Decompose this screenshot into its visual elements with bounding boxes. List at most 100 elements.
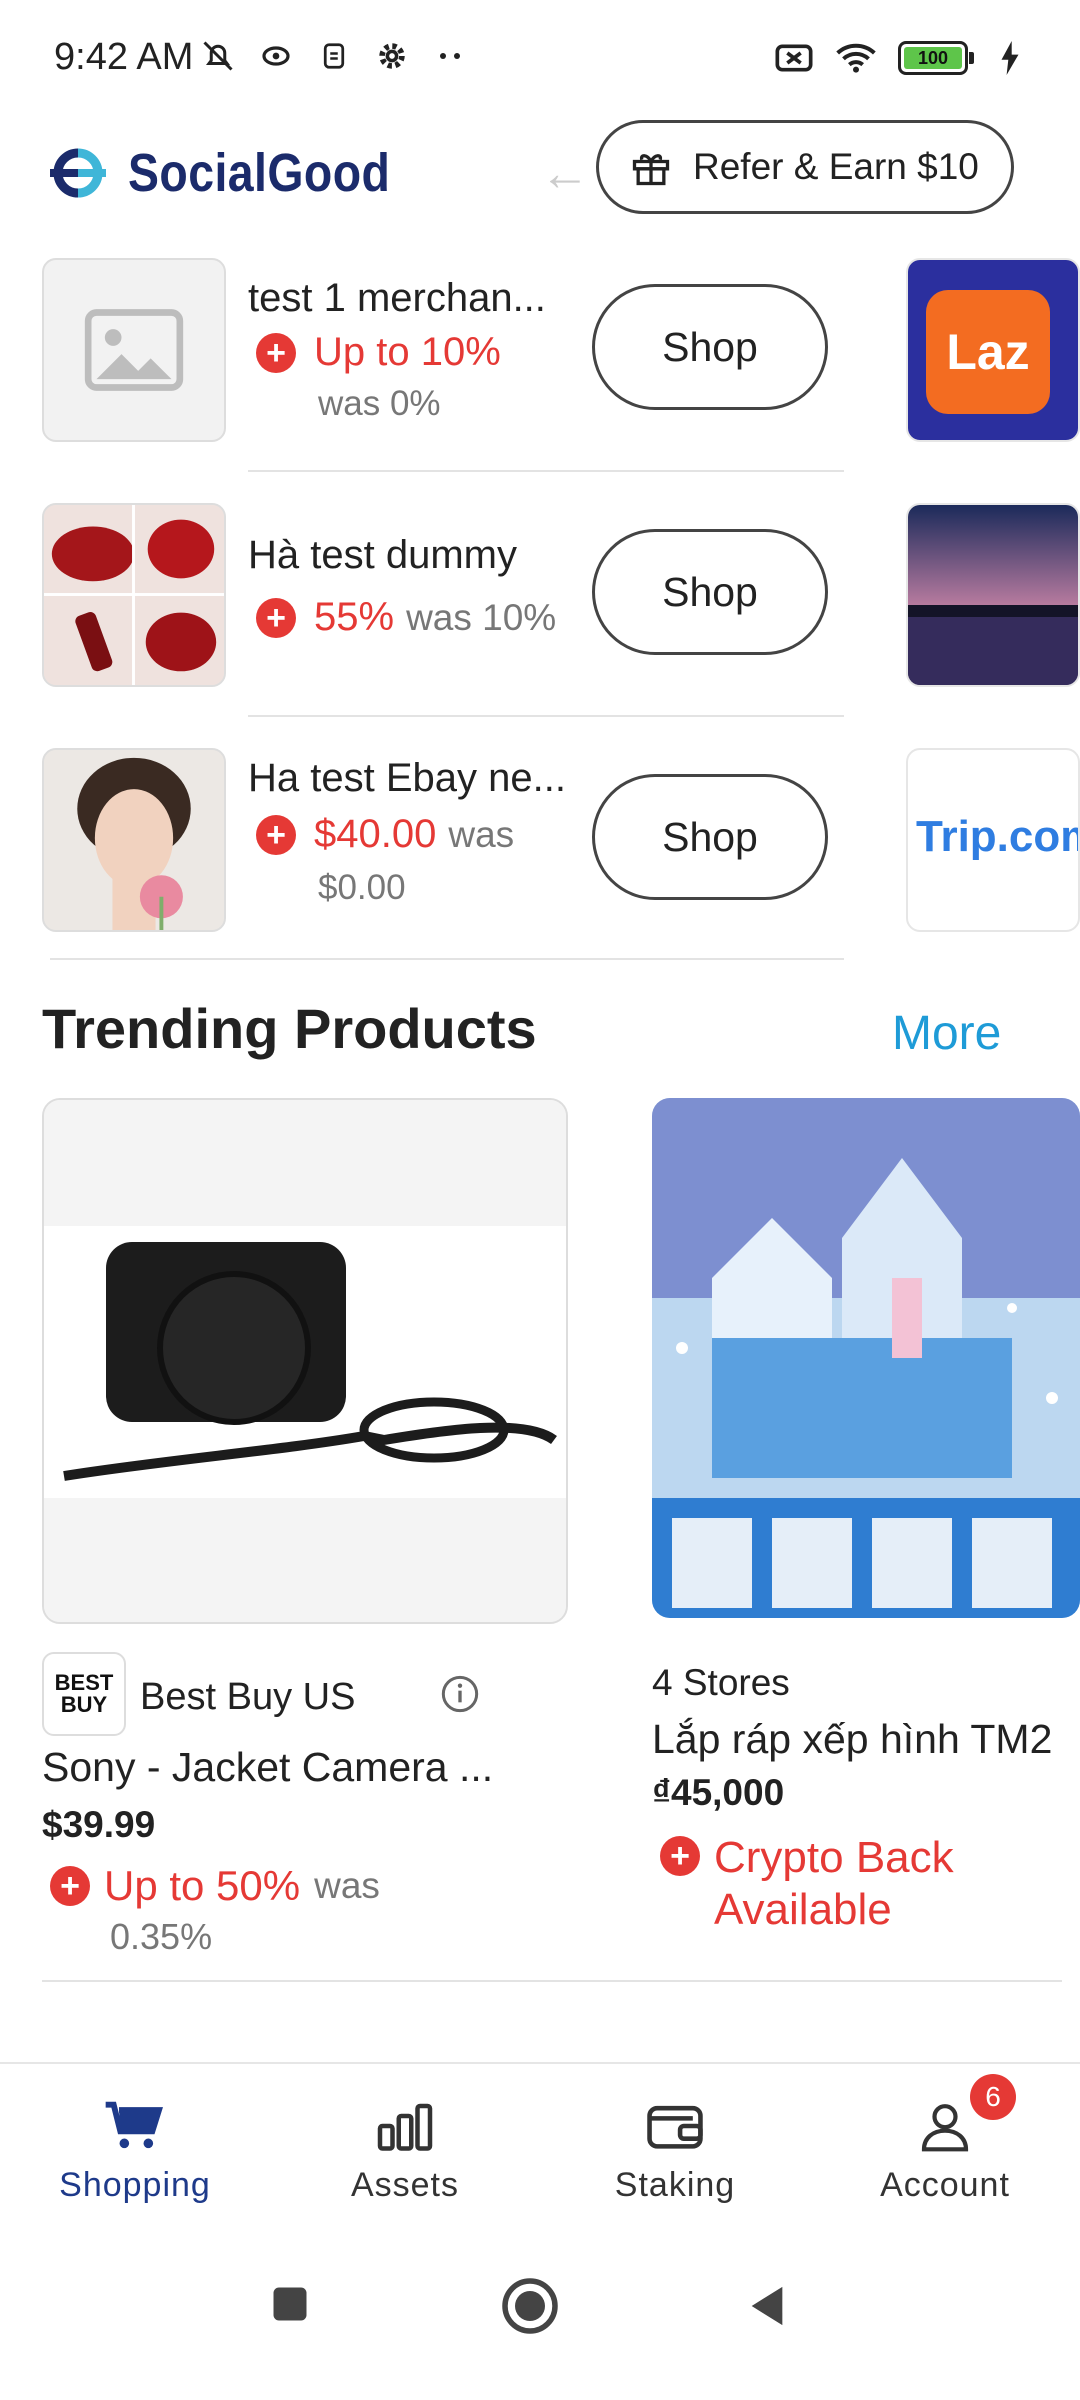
shop-button[interactable]: Shop (592, 284, 828, 410)
vpn-icon (256, 36, 296, 76)
settings-icon (372, 36, 412, 76)
info-icon[interactable] (440, 1674, 480, 1714)
status-bar: 9:42 AM 100 (0, 0, 1080, 120)
more-dots-icon (430, 36, 470, 76)
image-placeholder-icon (84, 309, 184, 391)
section-divider (50, 958, 844, 960)
back-icon[interactable] (744, 2282, 790, 2330)
product-rate-value: Up to 50% (104, 1862, 301, 1909)
lazada-card[interactable]: Laz (906, 258, 1080, 442)
sim-icon (314, 36, 354, 76)
plus-icon: + (50, 1866, 90, 1906)
tripcom-card[interactable]: Trip.com (906, 748, 1080, 932)
lake-photo-card[interactable] (906, 503, 1080, 687)
merchant-name: test 1 merchan... (248, 276, 546, 320)
plus-icon: + (256, 597, 296, 638)
merchant-portrait-image (42, 748, 226, 932)
row-divider (248, 715, 844, 717)
bar-chart-icon (377, 2103, 433, 2151)
product-name[interactable]: Lắp ráp xếp hình TM2 (652, 1716, 1052, 1763)
nav-label: Staking (614, 2166, 736, 2204)
socialgood-logo-icon (50, 148, 106, 198)
lazada-label: Laz (946, 324, 1030, 380)
merchant-rate-value: $40.00 (314, 812, 437, 856)
merchant-row[interactable]: Hà test dummy + 55% was 10% Shop (0, 495, 1080, 740)
cart-icon (105, 2101, 163, 2149)
merchant-rate: + 55% was 10% (256, 595, 556, 640)
merchant-rate: + $40.00 was (256, 812, 514, 857)
merchant-lipstick-image (42, 503, 226, 687)
gift-icon (632, 154, 670, 186)
merchant-name: Ha test Ebay ne... (248, 756, 566, 800)
tripcom-label: Trip.com (916, 812, 1078, 861)
nav-account[interactable]: 6 Account (810, 2064, 1080, 2226)
shop-button[interactable]: Shop (592, 774, 828, 900)
lipstick-photo (44, 505, 224, 685)
system-navigation (0, 2224, 1080, 2400)
section-divider (42, 1980, 1062, 1982)
wifi-icon (836, 38, 876, 78)
nav-shopping[interactable]: Shopping (0, 2064, 270, 2226)
mute-bell-icon (198, 36, 238, 76)
person-icon (921, 2104, 969, 2152)
product-rate: + Up to 50% was (50, 1862, 380, 1910)
recent-apps-icon[interactable] (268, 2282, 312, 2326)
merchant-name: Hà test dummy (248, 533, 517, 577)
nav-label: Account (880, 2166, 1010, 2204)
refer-earn-label: Refer & Earn $10 (693, 146, 979, 187)
lego-frozen-photo (652, 1098, 1080, 1618)
sim-off-icon (774, 38, 814, 78)
notification-badge: 6 (970, 2074, 1016, 2120)
merchant-rate: + Up to 10% (256, 330, 501, 375)
camera-case-photo (44, 1100, 566, 1622)
merchant-row[interactable]: test 1 merchan... + Up to 10% was 0% Sho… (0, 250, 1080, 495)
store-name: Best Buy US (140, 1676, 356, 1718)
more-link[interactable]: More (892, 1006, 1001, 1061)
charging-icon (990, 38, 1030, 78)
shop-button[interactable]: Shop (592, 529, 828, 655)
portrait-photo (44, 750, 224, 930)
plus-icon: + (660, 1836, 700, 1876)
bottom-navigation: Shopping Assets Staking 6 Account (0, 2062, 1080, 2224)
product-was: was (314, 1865, 380, 1906)
merchant-placeholder-image (42, 258, 226, 442)
nav-label: Assets (350, 2166, 460, 2204)
lake-photo (908, 505, 1078, 685)
merchant-was: was 0% (318, 384, 441, 423)
status-time: 9:42 AM (54, 36, 194, 78)
nav-assets[interactable]: Assets (270, 2064, 540, 2226)
status-icons-right: 100 (774, 38, 1030, 78)
product-was-value: 0.35% (110, 1916, 213, 1957)
battery-level: 100 (904, 47, 962, 69)
app-header: SocialGood ← Refer & Earn $10 (0, 120, 1080, 230)
trending-title: Trending Products (42, 997, 537, 1060)
plus-icon: + (256, 814, 296, 855)
wallet-icon (647, 2105, 703, 2149)
lazada-logo: Laz (926, 290, 1050, 414)
store-count: 4 Stores (652, 1662, 790, 1703)
merchant-row[interactable]: Ha test Ebay ne... + $40.00 was $0.00 Sh… (0, 740, 1080, 985)
nav-staking[interactable]: Staking (540, 2064, 810, 2226)
merchant-was-value: $0.00 (318, 868, 406, 907)
merchant-was: was (448, 813, 515, 855)
bestbuy-logo: BEST BUY (42, 1652, 126, 1736)
refer-earn-button[interactable]: Refer & Earn $10 (596, 120, 1014, 214)
bestbuy-logo-text: BEST BUY (54, 1670, 114, 1717)
merchant-rate-value: Up to 10% (314, 330, 501, 374)
row-divider (248, 470, 844, 472)
merchant-was: was 10% (406, 596, 557, 638)
product-name[interactable]: Sony - Jacket Camera ... (42, 1744, 493, 1791)
product-image-camera-case[interactable] (42, 1098, 568, 1624)
socialgood-logo[interactable]: SocialGood (42, 142, 433, 204)
logo-text: SocialGood (128, 143, 391, 203)
product-rate-value: Crypto Back Available (714, 1833, 954, 1934)
product-image-lego-frozen[interactable] (652, 1098, 1080, 1618)
home-icon[interactable] (500, 2276, 560, 2336)
product-price: ₫45,000 (652, 1772, 785, 1813)
back-arrow-icon: ← (540, 145, 590, 201)
product-price: $39.99 (42, 1804, 156, 1845)
nav-label: Shopping (59, 2166, 211, 2204)
battery-icon: 100 (898, 41, 974, 75)
merchant-rate-value: 55% (314, 595, 395, 639)
status-icons-left (198, 36, 470, 76)
